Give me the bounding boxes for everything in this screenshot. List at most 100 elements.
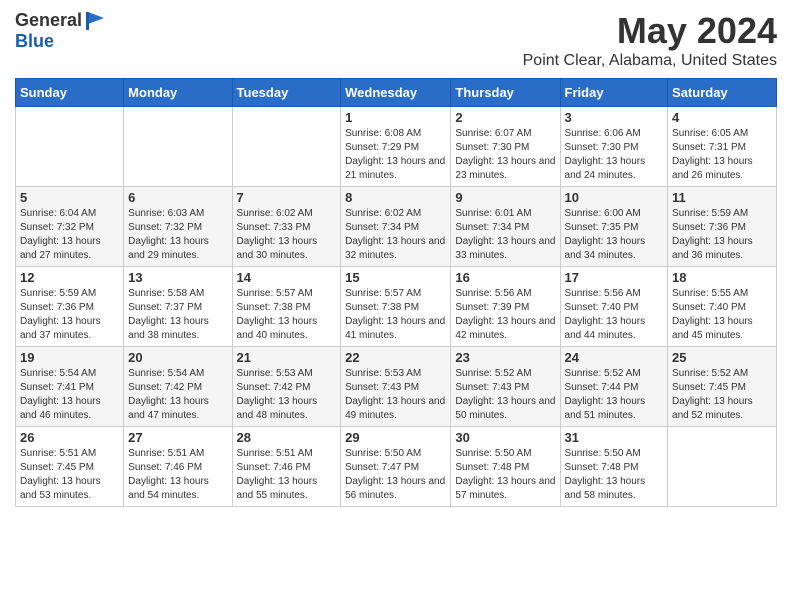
- day-number: 11: [672, 190, 772, 205]
- subtitle: Point Clear, Alabama, United States: [523, 52, 777, 70]
- weekday-header-thursday: Thursday: [451, 79, 560, 107]
- day-info: Sunrise: 6:06 AM Sunset: 7:30 PM Dayligh…: [565, 127, 664, 183]
- day-info: Sunrise: 5:51 AM Sunset: 7:46 PM Dayligh…: [128, 447, 227, 503]
- calendar: SundayMondayTuesdayWednesdayThursdayFrid…: [15, 78, 777, 507]
- week-row-1: 1 Sunrise: 6:08 AM Sunset: 7:29 PM Daylig…: [16, 107, 777, 187]
- day-number: 20: [128, 350, 227, 365]
- day-info: Sunrise: 5:53 AM Sunset: 7:43 PM Dayligh…: [345, 367, 446, 423]
- day-number: 15: [345, 270, 446, 285]
- day-cell: 31 Sunrise: 5:50 AM Sunset: 7:48 PM Dayli…: [560, 427, 668, 507]
- logo-general-text: General: [15, 11, 82, 31]
- day-cell: 2 Sunrise: 6:07 AM Sunset: 7:30 PM Daylig…: [451, 107, 560, 187]
- day-cell: [16, 107, 124, 187]
- day-info: Sunrise: 5:57 AM Sunset: 7:38 PM Dayligh…: [237, 287, 337, 343]
- week-row-4: 19Sunrise: 5:54 AM Sunset: 7:41 PM Dayli…: [16, 347, 777, 427]
- day-number: 21: [237, 350, 337, 365]
- day-info: Sunrise: 5:59 AM Sunset: 7:36 PM Dayligh…: [20, 287, 119, 343]
- day-number: 26: [20, 430, 119, 445]
- logo-blue-text: Blue: [15, 32, 54, 52]
- day-info: Sunrise: 5:53 AM Sunset: 7:42 PM Dayligh…: [237, 367, 337, 423]
- day-info: Sunrise: 6:05 AM Sunset: 7:31 PM Dayligh…: [672, 127, 772, 183]
- weekday-header-row: SundayMondayTuesdayWednesdayThursdayFrid…: [16, 79, 777, 107]
- day-cell: 14Sunrise: 5:57 AM Sunset: 7:38 PM Dayli…: [232, 267, 341, 347]
- day-number: 1: [345, 110, 446, 125]
- weekday-header-wednesday: Wednesday: [341, 79, 451, 107]
- day-cell: 9 Sunrise: 6:01 AM Sunset: 7:34 PM Daylig…: [451, 187, 560, 267]
- logo-flag-icon: [84, 10, 106, 32]
- header: General Blue May 2024 Point Clear, Alaba…: [15, 10, 777, 70]
- day-number: 25: [672, 350, 772, 365]
- day-number: 30: [455, 430, 555, 445]
- day-info: Sunrise: 5:50 AM Sunset: 7:47 PM Dayligh…: [345, 447, 446, 503]
- day-info: Sunrise: 6:03 AM Sunset: 7:32 PM Dayligh…: [128, 207, 227, 263]
- day-info: Sunrise: 6:07 AM Sunset: 7:30 PM Dayligh…: [455, 127, 555, 183]
- day-number: 7: [237, 190, 337, 205]
- day-cell: [668, 427, 777, 507]
- day-info: Sunrise: 5:59 AM Sunset: 7:36 PM Dayligh…: [672, 207, 772, 263]
- day-cell: 30Sunrise: 5:50 AM Sunset: 7:48 PM Dayli…: [451, 427, 560, 507]
- day-info: Sunrise: 6:02 AM Sunset: 7:33 PM Dayligh…: [237, 207, 337, 263]
- day-number: 9: [455, 190, 555, 205]
- day-cell: 10 Sunrise: 6:00 AM Sunset: 7:35 PM Dayli…: [560, 187, 668, 267]
- day-cell: 24 Sunrise: 5:52 AM Sunset: 7:44 PM Dayli…: [560, 347, 668, 427]
- day-number: 22: [345, 350, 446, 365]
- day-cell: [232, 107, 341, 187]
- day-number: 4: [672, 110, 772, 125]
- day-cell: 17Sunrise: 5:56 AM Sunset: 7:40 PM Dayli…: [560, 267, 668, 347]
- weekday-header-sunday: Sunday: [16, 79, 124, 107]
- day-info: Sunrise: 6:00 AM Sunset: 7:35 PM Dayligh…: [565, 207, 664, 263]
- day-number: 17: [565, 270, 664, 285]
- day-cell: 27 Sunrise: 5:51 AM Sunset: 7:46 PM Dayli…: [124, 427, 232, 507]
- main-title: May 2024: [523, 10, 777, 52]
- day-cell: 18Sunrise: 5:55 AM Sunset: 7:40 PM Dayli…: [668, 267, 777, 347]
- day-cell: 29Sunrise: 5:50 AM Sunset: 7:47 PM Dayli…: [341, 427, 451, 507]
- day-number: 19: [20, 350, 119, 365]
- day-cell: 25 Sunrise: 5:52 AM Sunset: 7:45 PM Dayli…: [668, 347, 777, 427]
- day-number: 28: [237, 430, 337, 445]
- day-cell: 13Sunrise: 5:58 AM Sunset: 7:37 PM Dayli…: [124, 267, 232, 347]
- day-cell: 16Sunrise: 5:56 AM Sunset: 7:39 PM Dayli…: [451, 267, 560, 347]
- day-cell: 12 Sunrise: 5:59 AM Sunset: 7:36 PM Dayli…: [16, 267, 124, 347]
- day-cell: 11 Sunrise: 5:59 AM Sunset: 7:36 PM Dayli…: [668, 187, 777, 267]
- day-number: 23: [455, 350, 555, 365]
- day-cell: 6 Sunrise: 6:03 AM Sunset: 7:32 PM Daylig…: [124, 187, 232, 267]
- day-cell: 28 Sunrise: 5:51 AM Sunset: 7:46 PM Dayli…: [232, 427, 341, 507]
- day-cell: 3 Sunrise: 6:06 AM Sunset: 7:30 PM Daylig…: [560, 107, 668, 187]
- week-row-2: 5Sunrise: 6:04 AM Sunset: 7:32 PM Daylig…: [16, 187, 777, 267]
- day-info: Sunrise: 5:52 AM Sunset: 7:44 PM Dayligh…: [565, 367, 664, 423]
- day-number: 27: [128, 430, 227, 445]
- weekday-header-friday: Friday: [560, 79, 668, 107]
- day-number: 6: [128, 190, 227, 205]
- day-info: Sunrise: 5:51 AM Sunset: 7:46 PM Dayligh…: [237, 447, 337, 503]
- day-number: 13: [128, 270, 227, 285]
- day-number: 31: [565, 430, 664, 445]
- day-cell: 5Sunrise: 6:04 AM Sunset: 7:32 PM Daylig…: [16, 187, 124, 267]
- day-cell: 19Sunrise: 5:54 AM Sunset: 7:41 PM Dayli…: [16, 347, 124, 427]
- day-info: Sunrise: 5:56 AM Sunset: 7:39 PM Dayligh…: [455, 287, 555, 343]
- weekday-header-tuesday: Tuesday: [232, 79, 341, 107]
- day-cell: 23Sunrise: 5:52 AM Sunset: 7:43 PM Dayli…: [451, 347, 560, 427]
- day-cell: 8 Sunrise: 6:02 AM Sunset: 7:34 PM Daylig…: [341, 187, 451, 267]
- day-info: Sunrise: 6:02 AM Sunset: 7:34 PM Dayligh…: [345, 207, 446, 263]
- day-number: 10: [565, 190, 664, 205]
- week-row-3: 12 Sunrise: 5:59 AM Sunset: 7:36 PM Dayli…: [16, 267, 777, 347]
- day-info: Sunrise: 5:50 AM Sunset: 7:48 PM Dayligh…: [565, 447, 664, 503]
- logo: General Blue: [15, 10, 106, 52]
- day-info: Sunrise: 6:08 AM Sunset: 7:29 PM Dayligh…: [345, 127, 446, 183]
- day-cell: 21 Sunrise: 5:53 AM Sunset: 7:42 PM Dayli…: [232, 347, 341, 427]
- day-info: Sunrise: 5:57 AM Sunset: 7:38 PM Dayligh…: [345, 287, 446, 343]
- day-number: 2: [455, 110, 555, 125]
- day-info: Sunrise: 5:52 AM Sunset: 7:45 PM Dayligh…: [672, 367, 772, 423]
- day-cell: 1 Sunrise: 6:08 AM Sunset: 7:29 PM Daylig…: [341, 107, 451, 187]
- day-cell: 22 Sunrise: 5:53 AM Sunset: 7:43 PM Dayli…: [341, 347, 451, 427]
- week-row-5: 26Sunrise: 5:51 AM Sunset: 7:45 PM Dayli…: [16, 427, 777, 507]
- day-info: Sunrise: 5:54 AM Sunset: 7:42 PM Dayligh…: [128, 367, 227, 423]
- day-info: Sunrise: 6:01 AM Sunset: 7:34 PM Dayligh…: [455, 207, 555, 263]
- day-number: 3: [565, 110, 664, 125]
- day-cell: 26Sunrise: 5:51 AM Sunset: 7:45 PM Dayli…: [16, 427, 124, 507]
- day-number: 12: [20, 270, 119, 285]
- day-info: Sunrise: 6:04 AM Sunset: 7:32 PM Dayligh…: [20, 207, 119, 263]
- day-number: 24: [565, 350, 664, 365]
- weekday-header-saturday: Saturday: [668, 79, 777, 107]
- day-number: 8: [345, 190, 446, 205]
